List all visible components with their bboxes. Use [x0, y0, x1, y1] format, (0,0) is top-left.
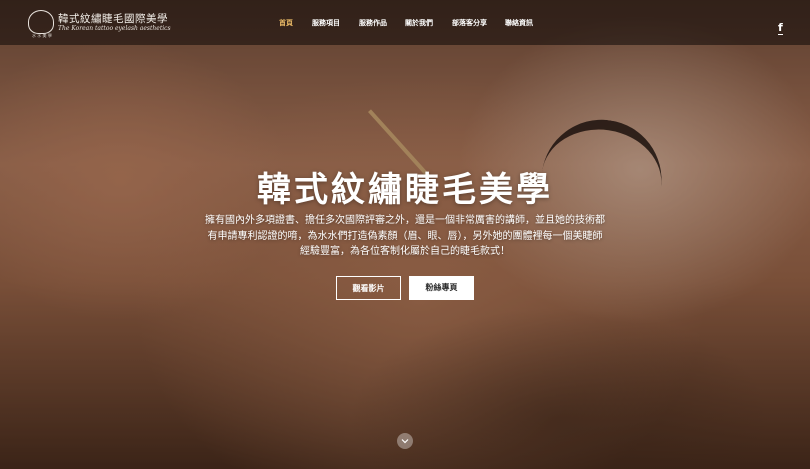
- site-header: 韓式紋繡睫毛國際美學 The Korean tattoo eyelash aes…: [0, 0, 810, 45]
- hero-title: 韓式紋繡睫毛美學: [257, 170, 553, 210]
- nav-blogger[interactable]: 部落客分享: [452, 18, 487, 28]
- nav-contact[interactable]: 聯絡資訊: [505, 18, 533, 28]
- logo-icon: [28, 10, 54, 34]
- logo-title: 韓式紋繡睫毛國際美學: [58, 13, 168, 25]
- nav-about[interactable]: 關於我們: [405, 18, 433, 28]
- fanpage-button[interactable]: 粉絲專頁: [409, 276, 474, 300]
- nav-home[interactable]: 首頁: [279, 18, 293, 28]
- logo-tag: 水 水 美 學: [32, 33, 52, 38]
- hero-description: 擁有國內外多項證書、擔任多次國際評審之外，還是一個非常厲害的講師，並且她的技術都…: [205, 215, 605, 257]
- nav-services[interactable]: 服務項目: [312, 18, 340, 28]
- watch-video-button[interactable]: 觀看影片: [336, 276, 401, 300]
- scroll-down-button[interactable]: [397, 433, 413, 449]
- site-logo[interactable]: 韓式紋繡睫毛國際美學 The Korean tattoo eyelash aes…: [28, 9, 171, 38]
- chevron-down-icon: [401, 439, 409, 444]
- logo-subtitle: The Korean tattoo eyelash aesthetics: [58, 25, 171, 32]
- nav-portfolio[interactable]: 服務作品: [359, 18, 387, 28]
- facebook-icon: f: [778, 21, 783, 35]
- facebook-link[interactable]: f: [778, 16, 788, 35]
